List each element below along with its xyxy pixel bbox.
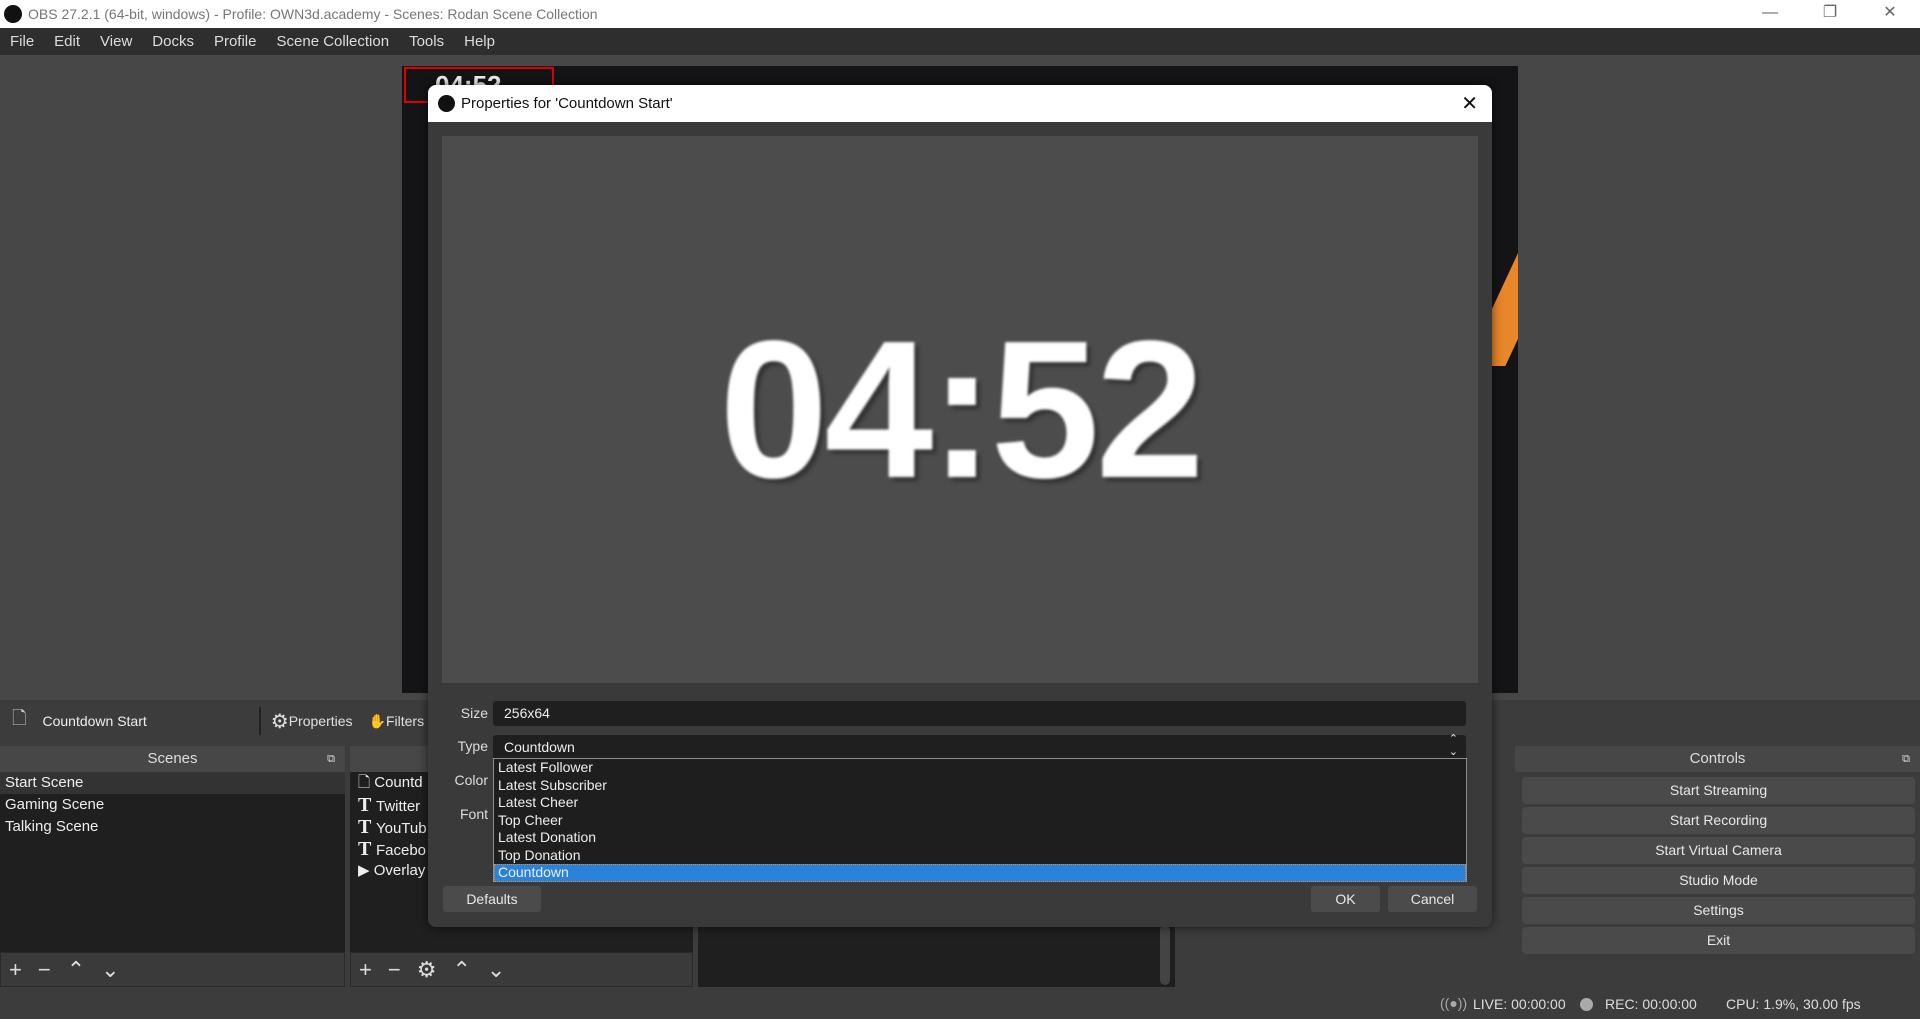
- file-icon: 🗋: [12, 708, 27, 728]
- menu-scene-collection[interactable]: Scene Collection: [277, 33, 390, 50]
- size-field[interactable]: 256x64: [493, 701, 1466, 726]
- type-dropdown-list: Latest Follower Latest Subscriber Latest…: [493, 758, 1467, 882]
- play-icon: ▶: [358, 862, 374, 879]
- exit-button[interactable]: Exit: [1522, 927, 1915, 954]
- settings-button[interactable]: Settings: [1522, 897, 1915, 924]
- live-time: LIVE: 00:00:00: [1473, 996, 1566, 1012]
- type-dropdown[interactable]: Countdown ⌃ ⌄: [493, 733, 1466, 760]
- status-bar: ((●)) LIVE: 00:00:00 REC: 00:00:00 CPU: …: [0, 990, 1920, 1019]
- menu-file[interactable]: File: [10, 33, 34, 50]
- countdown-preview-text: 04:52: [719, 300, 1204, 519]
- add-source-button[interactable]: +: [359, 957, 372, 983]
- text-icon: T: [358, 794, 376, 816]
- dialog-title: Properties for 'Countdown Start': [461, 95, 673, 112]
- window-title: OBS 27.2.1 (64-bit, windows) - Profile: …: [28, 6, 598, 22]
- menu-docks[interactable]: Docks: [152, 33, 194, 50]
- defaults-button[interactable]: Defaults: [443, 886, 541, 912]
- menu-profile[interactable]: Profile: [214, 33, 257, 50]
- start-streaming-button[interactable]: Start Streaming: [1522, 777, 1915, 804]
- size-label: Size: [460, 705, 488, 721]
- cancel-button[interactable]: Cancel: [1388, 886, 1477, 912]
- scene-item[interactable]: Gaming Scene: [0, 794, 345, 816]
- scenes-dock-header: Scenes ⧉: [0, 746, 345, 772]
- scene-item[interactable]: Start Scene: [0, 772, 345, 794]
- start-recording-button[interactable]: Start Recording: [1522, 807, 1915, 834]
- text-icon: T: [358, 816, 376, 838]
- title-bar: OBS 27.2.1 (64-bit, windows) - Profile: …: [0, 0, 1920, 28]
- move-down-button[interactable]: ⌄: [487, 957, 505, 983]
- minimize-button[interactable]: —: [1740, 0, 1800, 28]
- remove-source-button[interactable]: −: [388, 957, 401, 983]
- restore-button[interactable]: ❐: [1800, 0, 1860, 28]
- move-down-button[interactable]: ⌄: [101, 957, 119, 983]
- live-broadcast-icon: ((●)): [1440, 995, 1468, 1011]
- dropdown-option-selected[interactable]: Countdown: [494, 864, 1466, 882]
- menu-view[interactable]: View: [100, 33, 132, 50]
- dialog-title-bar: Properties for 'Countdown Start' ✕: [428, 85, 1492, 122]
- undock-icon[interactable]: ⧉: [1902, 746, 1910, 772]
- dropdown-option[interactable]: Top Cheer: [494, 812, 1466, 830]
- remove-scene-button[interactable]: −: [38, 957, 51, 983]
- undock-icon[interactable]: ⧉: [327, 746, 335, 772]
- dialog-close-button[interactable]: ✕: [1461, 91, 1478, 116]
- gear-icon: ⚙: [270, 710, 289, 733]
- filters-icon: ✋: [368, 712, 386, 729]
- file-icon: 🗋: [358, 774, 375, 791]
- menu-bar: File Edit View Docks Profile Scene Colle…: [0, 28, 1920, 55]
- start-virtual-camera-button[interactable]: Start Virtual Camera: [1522, 837, 1915, 864]
- scene-item[interactable]: Talking Scene: [0, 816, 345, 838]
- dropdown-option[interactable]: Top Donation: [494, 847, 1466, 865]
- font-label: Font: [459, 806, 488, 822]
- type-selected-value: Countdown: [504, 739, 575, 755]
- controls-dock-header: Controls ⧉: [1515, 746, 1920, 772]
- scenes-list: Start Scene Gaming Scene Talking Scene: [0, 772, 345, 952]
- obs-logo-icon: [4, 5, 22, 23]
- dropdown-option[interactable]: Latest Donation: [494, 829, 1466, 847]
- dropdown-option[interactable]: Latest Follower: [494, 759, 1466, 777]
- type-label: Type: [457, 738, 488, 754]
- record-icon: [1580, 998, 1593, 1011]
- dropdown-option[interactable]: Latest Subscriber: [494, 777, 1466, 795]
- selected-source-name: Countdown Start: [42, 713, 147, 729]
- gear-icon[interactable]: ⚙: [417, 957, 437, 983]
- ok-button[interactable]: OK: [1311, 886, 1380, 912]
- move-up-button[interactable]: ⌃: [67, 957, 85, 983]
- scenes-title: Scenes: [147, 750, 198, 767]
- scrollbar[interactable]: [1160, 925, 1170, 985]
- menu-edit[interactable]: Edit: [54, 33, 80, 50]
- menu-help[interactable]: Help: [464, 33, 495, 50]
- sources-toolbar: + − ⚙ ⌃ ⌄: [350, 952, 693, 987]
- filters-button[interactable]: Filters: [386, 713, 424, 729]
- text-icon: T: [358, 838, 376, 860]
- properties-dialog: Properties for 'Countdown Start' ✕ 04:52…: [428, 85, 1492, 927]
- color-label: Color: [454, 772, 488, 788]
- controls-title: Controls: [1689, 750, 1746, 767]
- source-preview: 04:52: [442, 136, 1478, 683]
- studio-mode-button[interactable]: Studio Mode: [1522, 867, 1915, 894]
- close-window-button[interactable]: ✕: [1860, 0, 1920, 28]
- add-scene-button[interactable]: +: [9, 957, 22, 983]
- scenes-toolbar: + − ⌃ ⌄: [0, 952, 345, 987]
- obs-logo-icon: [438, 95, 455, 112]
- menu-tools[interactable]: Tools: [409, 33, 444, 50]
- properties-button[interactable]: Properties: [289, 713, 353, 729]
- cpu-fps: CPU: 1.9%, 30.00 fps: [1726, 996, 1861, 1012]
- chevron-updown-icon: ⌃ ⌄: [1448, 733, 1458, 758]
- rec-time: REC: 00:00:00: [1605, 996, 1697, 1012]
- move-up-button[interactable]: ⌃: [452, 957, 470, 983]
- dropdown-option[interactable]: Latest Cheer: [494, 794, 1466, 812]
